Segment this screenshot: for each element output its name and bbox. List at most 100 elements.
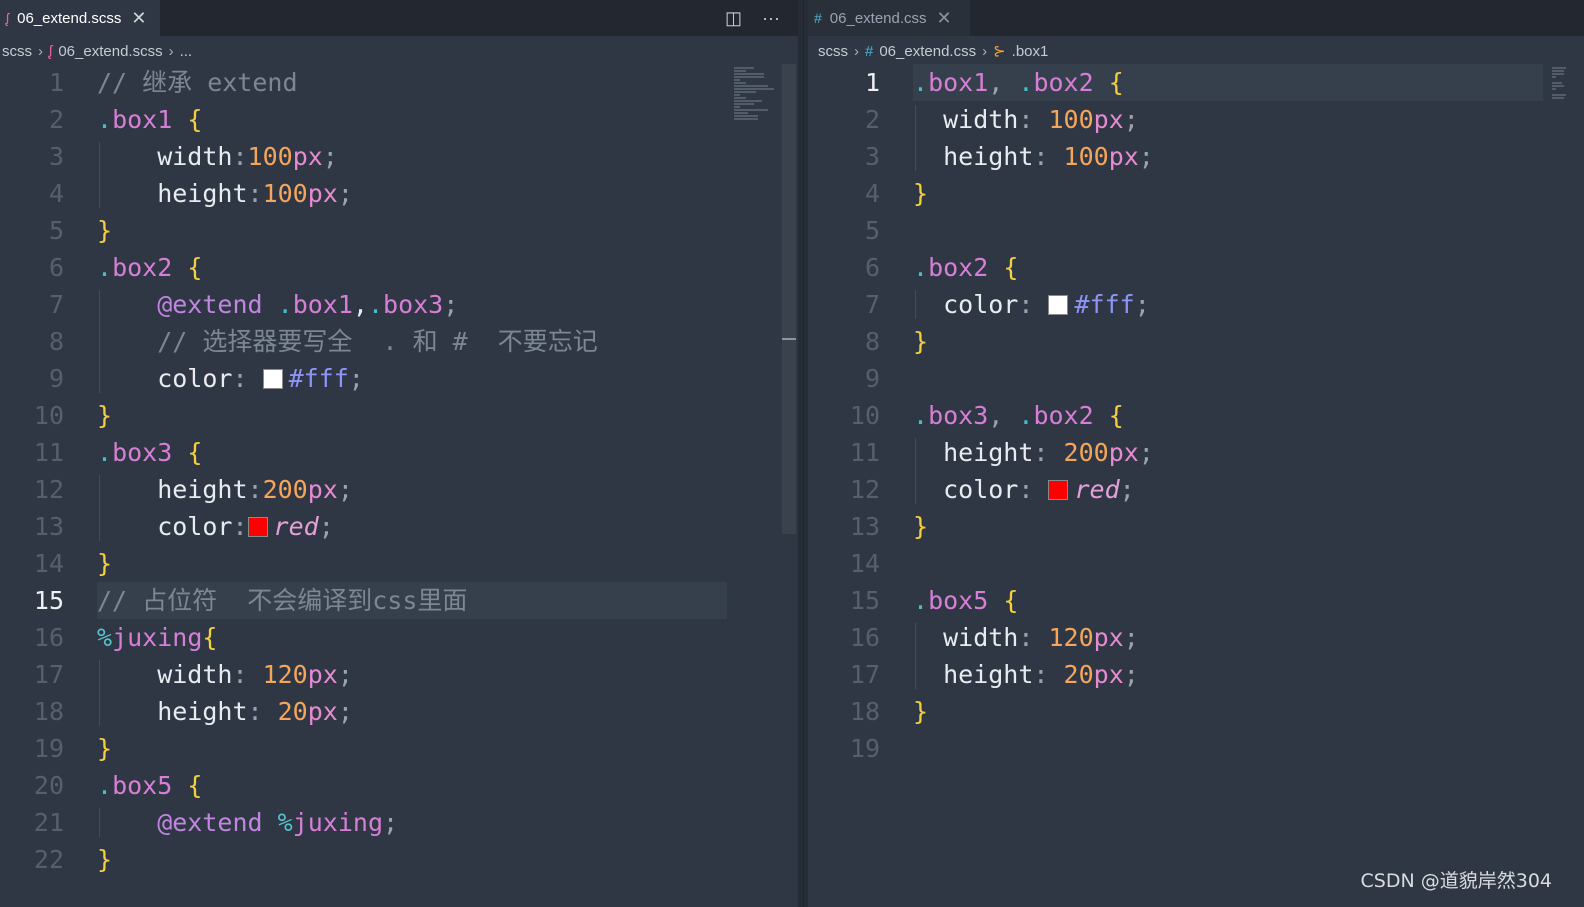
symbol-class-icon: ⊱	[993, 43, 1006, 60]
code-line[interactable]: 1 .box1, .box2 {	[808, 64, 1584, 101]
code-text: width: 120px;	[913, 623, 1139, 652]
code-line[interactable]: 2 width: 100px;	[808, 101, 1584, 138]
line-number: 11	[33, 438, 64, 467]
code-line[interactable]: 7 color: #fff;	[808, 286, 1584, 323]
hash-icon: #	[814, 10, 822, 26]
line-number: 13	[849, 512, 880, 541]
breadcrumb-symbol[interactable]: .box1	[1012, 43, 1049, 60]
code-editor[interactable]: 1// 继承 extend 2 .box1 {3 width:100px; 4 hei…	[0, 64, 798, 907]
code-line[interactable]: 17 height: 20px;	[808, 656, 1584, 693]
code-line[interactable]: 18}	[808, 693, 1584, 730]
close-icon[interactable]: ✕	[937, 8, 952, 29]
line-number: 8	[864, 327, 880, 356]
color-swatch[interactable]	[262, 369, 283, 389]
color-swatch[interactable]	[1048, 295, 1069, 315]
color-swatch[interactable]	[1048, 480, 1069, 500]
code-line[interactable]: 4}	[808, 175, 1584, 212]
line-number: 20	[33, 771, 64, 800]
line-number: 4	[48, 179, 64, 208]
line-number: 4	[864, 179, 880, 208]
code-text: }	[97, 734, 113, 763]
minimap[interactable]	[1552, 66, 1572, 100]
code-text: .box3, .box2 {	[913, 401, 1124, 430]
split-editor-icon[interactable]: ◫	[725, 8, 742, 29]
code-line[interactable]: 3 width:100px;	[0, 138, 798, 175]
code-line[interactable]: 6 .box2 {	[0, 249, 798, 286]
code-line[interactable]: 15 // 占位符 不会编译到css里面	[0, 582, 798, 619]
code-line[interactable]: 19	[808, 730, 1584, 767]
code-line[interactable]: 5}	[0, 212, 798, 249]
minimap[interactable]	[734, 66, 782, 121]
code-line[interactable]: 11 .box3 {	[0, 434, 798, 471]
code-line[interactable]: 11 height: 200px;	[808, 434, 1584, 471]
code-line[interactable]: 16 width: 120px;	[808, 619, 1584, 656]
line-number: 15	[849, 586, 880, 615]
line-number: 9	[48, 364, 64, 393]
code-line[interactable]: 19}	[0, 730, 798, 767]
indent-guide	[915, 105, 916, 171]
code-line[interactable]: 12 height:200px;	[0, 471, 798, 508]
line-number: 18	[33, 697, 64, 726]
line-number: 1	[48, 68, 64, 97]
code-line[interactable]: 15 .box5 {	[808, 582, 1584, 619]
indent-guide	[99, 808, 100, 837]
line-number: 2	[864, 105, 880, 134]
splitter-line	[803, 0, 804, 907]
indent-guide	[915, 623, 916, 689]
right-tab-bar: # 06_extend.css ✕	[808, 0, 1584, 36]
breadcrumb-folder[interactable]: scss	[2, 43, 32, 60]
code-text: height: 200px;	[913, 438, 1154, 467]
indent-guide	[915, 290, 916, 319]
code-line[interactable]: 6 .box2 {	[808, 249, 1584, 286]
code-line[interactable]: 17 width: 120px;	[0, 656, 798, 693]
code-line[interactable]: 10 .box3, .box2 {	[808, 397, 1584, 434]
code-text: }	[97, 216, 113, 245]
breadcrumb-folder[interactable]: scss	[818, 43, 848, 60]
line-number: 14	[849, 549, 880, 578]
code-line[interactable]: 3 height: 100px;	[808, 138, 1584, 175]
code-line[interactable]: 18 height: 20px;	[0, 693, 798, 730]
code-line[interactable]: 9	[808, 360, 1584, 397]
code-line[interactable]: 20 .box5 {	[0, 767, 798, 804]
code-line[interactable]: 4 height:100px;	[0, 175, 798, 212]
code-editor[interactable]: 1 .box1, .box2 {2 width: 100px; 3 height: …	[808, 64, 1584, 907]
tab-label: 06_extend.css	[829, 9, 927, 27]
code-line[interactable]: 10}	[0, 397, 798, 434]
breadcrumb-file[interactable]: 06_extend.scss	[58, 43, 162, 60]
code-line[interactable]: 8}	[808, 323, 1584, 360]
line-number: 19	[849, 734, 880, 763]
line-number: 21	[33, 808, 64, 837]
code-text: .box5 {	[97, 771, 203, 800]
color-swatch[interactable]	[247, 517, 268, 537]
code-text: height:100px;	[97, 179, 353, 208]
code-text: height: 100px;	[913, 142, 1154, 171]
code-line[interactable]: 9 color: #fff;	[0, 360, 798, 397]
tab-06-extend-scss[interactable]: ᶘ 06_extend.scss ✕	[0, 0, 160, 36]
code-line[interactable]: 22}	[0, 841, 798, 878]
code-line[interactable]: 14}	[0, 545, 798, 582]
breadcrumb-file[interactable]: 06_extend.css	[879, 43, 976, 60]
code-line[interactable]: 21 @extend %juxing;	[0, 804, 798, 841]
code-line[interactable]: 12 color: red;	[808, 471, 1584, 508]
breadcrumb-symbol[interactable]: ...	[180, 43, 193, 60]
close-icon[interactable]: ✕	[131, 8, 146, 29]
tab-06-extend-css[interactable]: # 06_extend.css ✕	[808, 0, 970, 36]
code-line[interactable]: 13 color: red;	[0, 508, 798, 545]
code-line[interactable]: 2 .box1 {	[0, 101, 798, 138]
code-line[interactable]: 14	[808, 545, 1584, 582]
code-line[interactable]: 5	[808, 212, 1584, 249]
code-line[interactable]: 7 @extend .box1,.box3;	[0, 286, 798, 323]
code-text: .box2 {	[913, 253, 1019, 282]
code-line[interactable]: 1 // 继承 extend	[0, 64, 798, 101]
code-line[interactable]: 13}	[808, 508, 1584, 545]
code-line[interactable]: 16 %juxing{	[0, 619, 798, 656]
code-line[interactable]: 8 // 选择器要写全 . 和 # 不要忘记	[0, 323, 798, 360]
code-text: }	[913, 512, 929, 541]
tab-label: 06_extend.scss	[17, 9, 122, 27]
vertical-scrollbar[interactable]	[782, 64, 796, 534]
code-text: // 占位符 不会编译到css里面	[97, 586, 468, 615]
editor-actions: ◫ ···	[725, 0, 780, 36]
line-number: 16	[849, 623, 880, 652]
line-number: 1	[864, 68, 880, 97]
more-actions-icon[interactable]: ···	[762, 8, 780, 29]
